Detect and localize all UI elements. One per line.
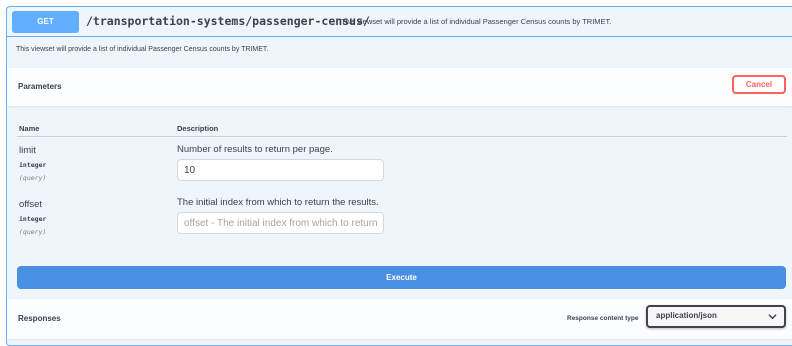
parameter-type: integer bbox=[19, 161, 47, 169]
operation-description: This viewset will provide a list of indi… bbox=[16, 46, 269, 53]
parameters-title: Parameters bbox=[18, 82, 62, 91]
operation-summary-description: This viewset will provide a list of indi… bbox=[341, 17, 612, 26]
parameter-name: limit bbox=[19, 145, 36, 156]
endpoint-path: /transportation-systems/passenger-census… bbox=[86, 14, 370, 28]
operation-summary[interactable]: GET /transportation-systems/passenger-ce… bbox=[7, 7, 792, 37]
parameter-location: (query) bbox=[19, 174, 47, 182]
responses-title: Responses bbox=[18, 314, 61, 323]
table-header-divider bbox=[17, 136, 787, 137]
parameter-description: The initial index from which to return t… bbox=[177, 197, 379, 208]
response-content-type-select[interactable]: application/json bbox=[646, 305, 786, 328]
responses-section-header: Responses Response content type applicat… bbox=[7, 299, 792, 339]
cancel-button[interactable]: Cancel bbox=[732, 75, 786, 94]
execute-button[interactable]: Execute bbox=[17, 266, 786, 289]
operation-block-get: GET /transportation-systems/passenger-ce… bbox=[6, 6, 792, 346]
parameters-section-header: Parameters Cancel bbox=[7, 68, 792, 106]
chevron-down-icon bbox=[768, 314, 777, 320]
limit-input[interactable] bbox=[177, 159, 384, 181]
http-method-badge: GET bbox=[12, 11, 79, 33]
parameter-type: integer bbox=[19, 215, 47, 223]
selected-content-type: application/json bbox=[656, 311, 717, 320]
parameter-location: (query) bbox=[19, 228, 47, 236]
parameter-name: offset bbox=[19, 199, 43, 210]
response-content-type-label: Response content type bbox=[567, 315, 639, 322]
column-header-description: Description bbox=[177, 124, 219, 133]
column-header-name: Name bbox=[19, 124, 40, 133]
parameter-description: Number of results to return per page. bbox=[177, 144, 333, 155]
offset-input[interactable] bbox=[177, 212, 384, 234]
